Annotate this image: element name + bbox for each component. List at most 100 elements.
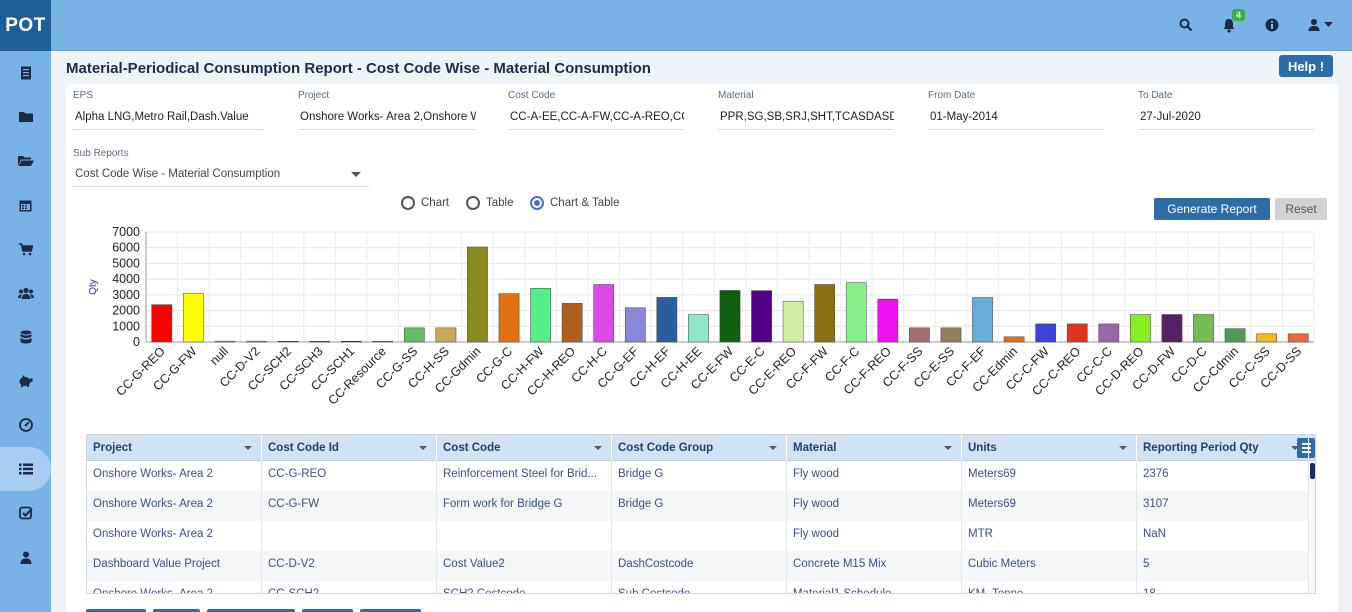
- chart-bar: [372, 340, 394, 343]
- report-icon: [20, 66, 31, 80]
- table-cell: Fly wood: [787, 521, 962, 551]
- radio-chart-and-table[interactable]: Chart & Table: [530, 196, 619, 210]
- sidebar-item-folder[interactable]: [0, 95, 51, 139]
- check-square-icon: [18, 506, 33, 520]
- chart-bar: [940, 327, 962, 343]
- column-header[interactable]: Material: [787, 435, 962, 461]
- material-label: Material: [718, 90, 754, 101]
- sidebar-item-calendar[interactable]: [0, 183, 51, 227]
- sidebar-item-database[interactable]: [0, 315, 51, 359]
- app-logo[interactable]: POT: [0, 0, 51, 51]
- sidebar-item-reports[interactable]: [0, 51, 51, 95]
- chart-bar: [151, 304, 173, 343]
- radio-chart[interactable]: Chart: [401, 196, 449, 210]
- chevron-down-icon[interactable]: [1119, 446, 1127, 450]
- users-icon: [17, 287, 34, 299]
- generate-report-button[interactable]: Generate Report: [1154, 198, 1270, 220]
- table-cell: DashCostcode: [612, 551, 787, 581]
- table-cell: Onshore Works- Area 2: [87, 521, 262, 551]
- sidebar-item-profile[interactable]: [0, 535, 51, 579]
- chevron-down-icon[interactable]: [944, 446, 952, 450]
- eps-field[interactable]: Alpha LNG,Metro Rail,Dash.Value: [73, 106, 263, 130]
- table-row[interactable]: Onshore Works- Area 2 CC-G-FW Form work fo…: [87, 491, 1309, 521]
- to-date-field[interactable]: 27-Jul-2020: [1138, 106, 1314, 130]
- chart-bar: [972, 297, 993, 343]
- chart-bar: [182, 292, 204, 343]
- report-card: EPS Alpha LNG,Metro Rail,Dash.Value Proj…: [66, 84, 1338, 612]
- sub-reports-select[interactable]: Cost Code Wise - Material Consumption: [73, 163, 369, 187]
- x-tick-label: null: [207, 344, 231, 368]
- table-cell: [437, 521, 612, 551]
- column-header[interactable]: Reporting Period Qty: [1137, 435, 1309, 461]
- table-cell: Material1 Schedule: [787, 581, 962, 593]
- chart-bar: [498, 293, 520, 343]
- table-row[interactable]: Dashboard Value Project CC-D-V2 Cost Value…: [87, 551, 1309, 581]
- table-cell: Concrete M15 Mix: [787, 551, 962, 581]
- chart-bar: [719, 290, 741, 343]
- cost-code-label: Cost Code: [508, 90, 556, 101]
- table-row[interactable]: Onshore Works- Area 2 Fly wood MTR NaN: [87, 521, 1309, 551]
- page-title: Material-Periodical Consumption Report -…: [66, 60, 651, 77]
- reset-button[interactable]: Reset: [1275, 198, 1327, 220]
- user-icon[interactable]: [1304, 15, 1324, 35]
- vertical-scrollbar[interactable]: [1309, 461, 1315, 593]
- sidebar-item-cart[interactable]: [0, 227, 51, 271]
- table-cell: SCH2 Costcode: [437, 581, 612, 593]
- radio-selected-icon: [530, 196, 544, 210]
- radio-table[interactable]: Table: [466, 196, 514, 210]
- table-cell: Fly wood: [787, 461, 962, 491]
- chevron-down-icon[interactable]: [1291, 446, 1299, 450]
- cost-code-field[interactable]: CC-A-EE,CC-A-FW,CC-A-REO,CC-A-C: [508, 106, 684, 130]
- radio-table-label: Table: [486, 197, 514, 209]
- column-header[interactable]: Cost Code: [437, 435, 612, 461]
- y-tick-label: 7000: [112, 225, 140, 239]
- chevron-down-icon[interactable]: [769, 446, 777, 450]
- table-cell: 3107: [1137, 491, 1309, 521]
- column-header[interactable]: Cost Code Group: [612, 435, 787, 461]
- help-button[interactable]: Help !: [1279, 55, 1333, 77]
- eps-label: EPS: [73, 90, 94, 101]
- project-field[interactable]: Onshore Works- Area 2,Onshore W: [298, 106, 476, 130]
- chart-bar: [340, 340, 362, 343]
- table-cell: KM- Tonne: [962, 581, 1137, 593]
- material-field[interactable]: PPR,SG,SB,SRJ,SHT,TCASDASD,OF(: [718, 106, 894, 130]
- sidebar-item-users[interactable]: [0, 271, 51, 315]
- chevron-down-icon[interactable]: [594, 446, 602, 450]
- sidebar: [0, 51, 51, 612]
- table-cell: Bridge G: [612, 491, 787, 521]
- from-date-field[interactable]: 01-May-2014: [928, 106, 1104, 130]
- column-header[interactable]: Cost Code Id: [262, 435, 437, 461]
- radio-chart-label: Chart: [421, 197, 450, 209]
- column-header[interactable]: Units: [962, 435, 1137, 461]
- chevron-down-icon[interactable]: [244, 446, 252, 450]
- sidebar-item-list-active[interactable]: [0, 447, 51, 491]
- chart-bar: [561, 303, 583, 343]
- column-header-label: Project: [93, 442, 132, 454]
- column-header[interactable]: Project: [87, 435, 262, 461]
- chevron-down-icon[interactable]: [419, 446, 427, 450]
- table-cell: Fly wood: [787, 491, 962, 521]
- sidebar-item-dashboard[interactable]: [0, 403, 51, 447]
- sub-reports-value: Cost Code Wise - Material Consumption: [75, 168, 281, 180]
- info-icon[interactable]: [1262, 15, 1282, 35]
- table-row[interactable]: Onshore Works- Area 2 CC-SCH2 SCH2 Costcod…: [87, 581, 1309, 593]
- table-cell: 18: [1137, 581, 1309, 593]
- table-cell: CC-D-V2: [262, 551, 437, 581]
- grid-header: Project Cost Code Id Cost Code Cost Code Gr…: [87, 435, 1315, 461]
- sidebar-item-tasks[interactable]: [0, 491, 51, 535]
- column-header-label: Reporting Period Qty: [1143, 442, 1259, 454]
- column-header-label: Cost Code Group: [618, 442, 714, 454]
- scrollbar-thumb[interactable]: [1310, 463, 1315, 479]
- chart-bar: [309, 340, 330, 343]
- database-icon: [20, 330, 31, 344]
- notification-badge: 4: [1232, 9, 1245, 21]
- radio-chart-table-label: Chart & Table: [550, 197, 620, 209]
- chart-bar: [1193, 314, 1214, 343]
- search-icon[interactable]: [1176, 15, 1196, 35]
- table-row[interactable]: Onshore Works- Area 2 CC-G-REO Reinforceme…: [87, 461, 1309, 491]
- sidebar-item-folder-open[interactable]: [0, 139, 51, 183]
- chart-bar: [877, 299, 899, 343]
- top-bar: POT 4: [0, 0, 1352, 51]
- sidebar-item-budget[interactable]: [0, 359, 51, 403]
- caret-down-icon[interactable]: [1322, 15, 1334, 35]
